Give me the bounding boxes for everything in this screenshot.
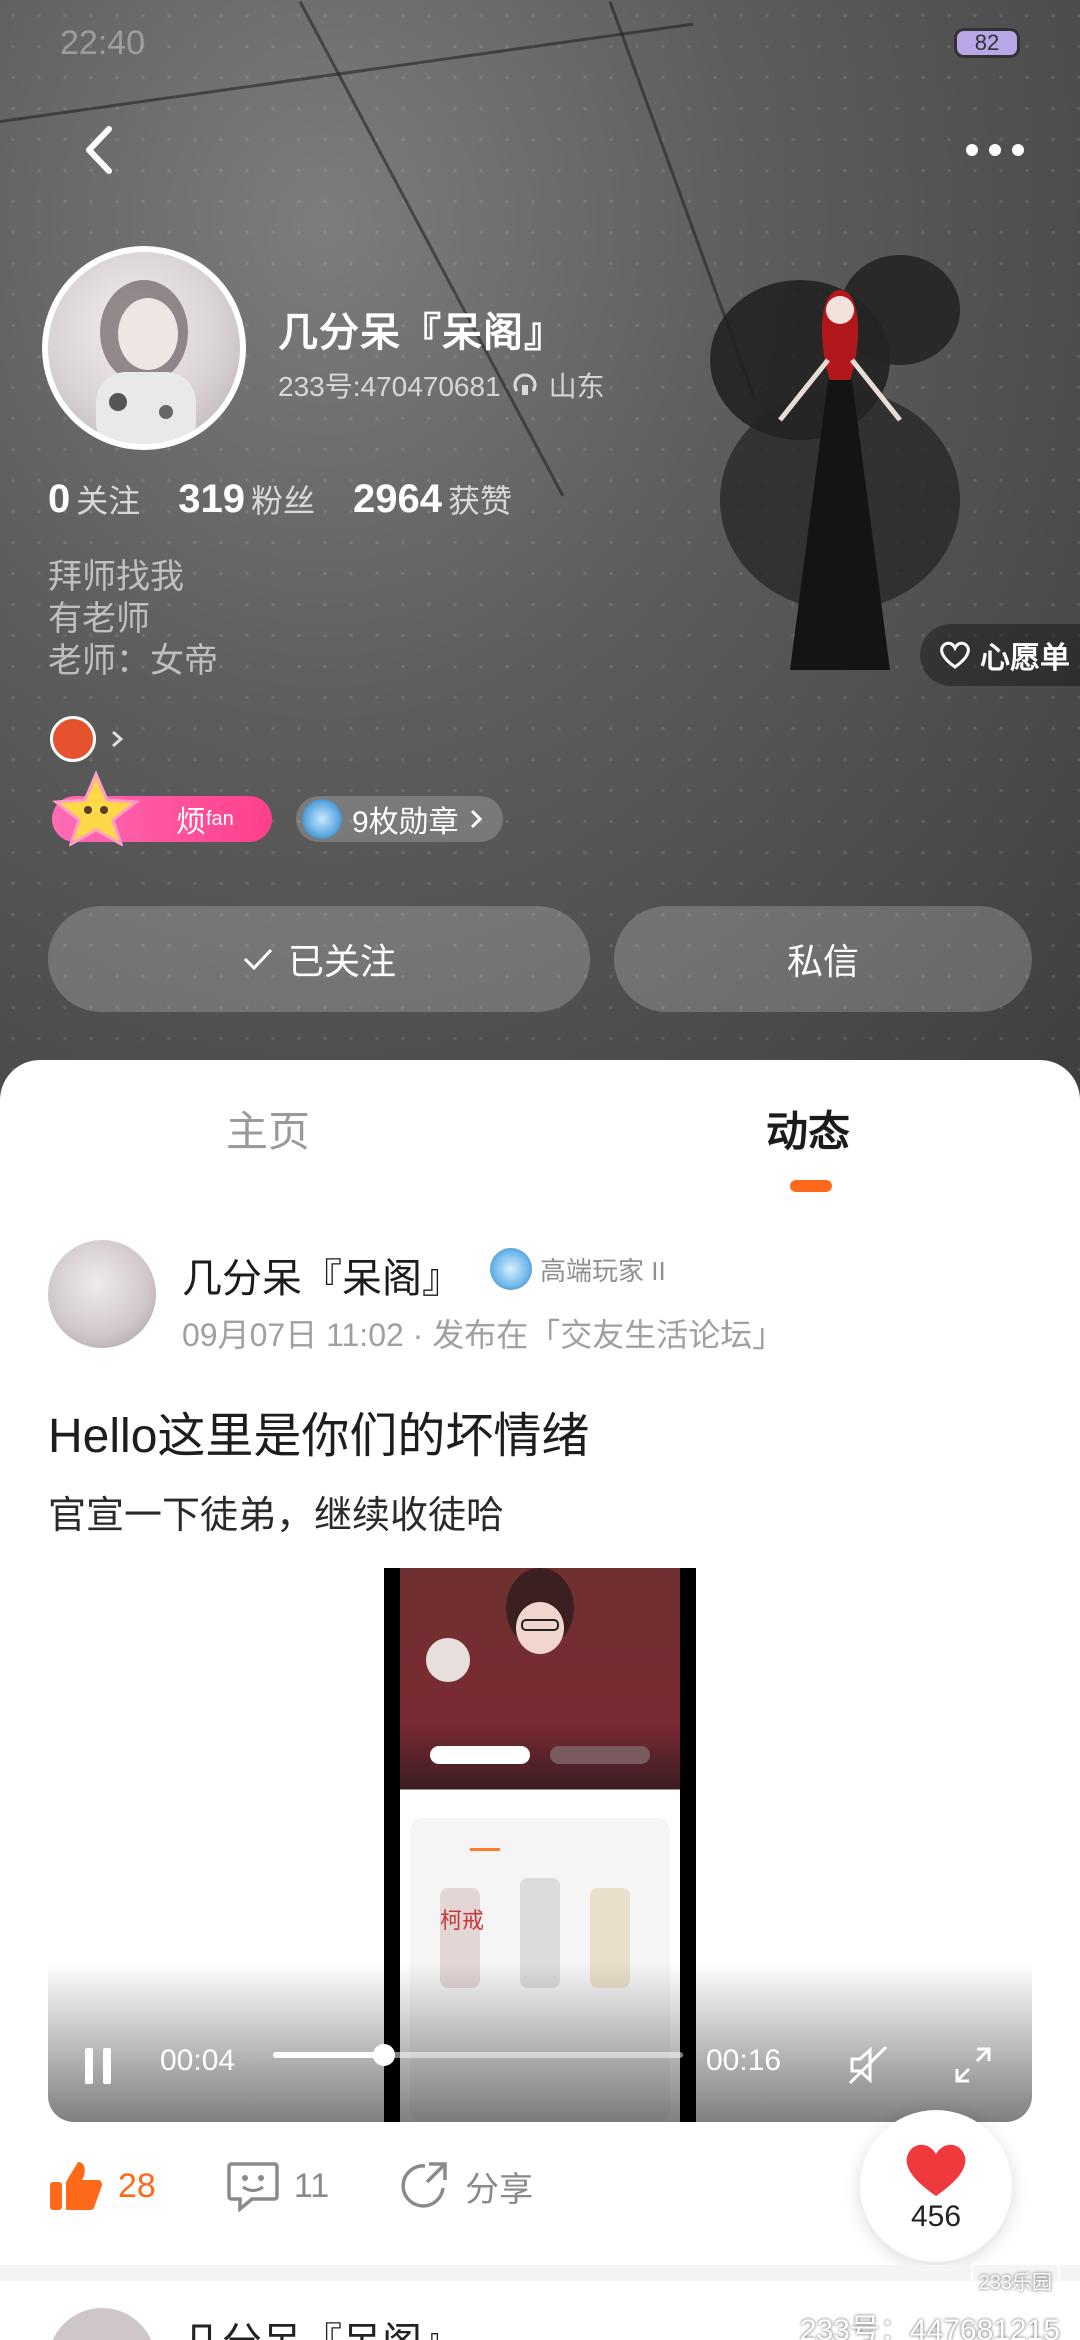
video-duration: 00:16 <box>706 2044 782 2077</box>
comment-button[interactable]: 11 <box>226 2160 329 2212</box>
profile-bio: 拜师找我 有老师 老师：女帝 <box>48 556 218 682</box>
level-icon <box>490 1248 532 1290</box>
expand-icon <box>955 2047 991 2083</box>
post-meta: 09月07日 11:02 · 发布在「交友生活论坛」 <box>182 1317 785 1353</box>
profile-uid: 233号:470470681 <box>278 371 501 402</box>
post-title[interactable]: Hello这里是你们的坏情绪 <box>48 1396 589 1466</box>
comment-icon <box>227 2162 279 2212</box>
like-count: 28 <box>118 2166 156 2205</box>
chevron-right-icon <box>470 809 482 829</box>
message-button[interactable]: 私信 <box>614 906 1032 1012</box>
star-mascot-icon <box>51 770 141 846</box>
profile-location: 山东 <box>548 371 605 402</box>
video-progress-knob[interactable] <box>372 2044 395 2066</box>
video-progress-bar[interactable] <box>273 2044 683 2066</box>
character-image <box>710 255 960 670</box>
profile-stats: 0 关注 319 粉丝 2964 获赞 <box>48 476 512 522</box>
fullscreen-button[interactable] <box>948 2040 998 2090</box>
game-app-icon <box>50 716 96 762</box>
video-player[interactable]: 柯戒 00:04 00:16 <box>48 1568 1032 2122</box>
watermark-logo: 233乐园 <box>970 2262 1060 2299</box>
post-avatar[interactable] <box>48 1240 156 1348</box>
back-button[interactable] <box>70 122 126 178</box>
medal-icon <box>302 799 342 839</box>
video-thumbnail <box>426 1568 650 1764</box>
chevron-right-icon <box>112 730 124 748</box>
bio-line: 有老师 <box>48 600 150 638</box>
status-bar: 22:40 82 <box>60 18 1020 68</box>
profile-avatar[interactable] <box>42 246 246 450</box>
tab-feed[interactable]: 动态 <box>766 1098 850 1159</box>
more-dots-icon <box>966 144 1024 156</box>
floating-heart-button[interactable]: 456 <box>860 2110 1012 2262</box>
thumbs-up-icon <box>50 2162 102 2210</box>
heart-count: 456 <box>910 2200 962 2233</box>
profile-name: 几分呆『呆阁』 <box>278 311 565 355</box>
pause-icon <box>85 2048 111 2084</box>
svg-text:柯戒: 柯戒 <box>440 1909 484 1934</box>
video-controls: 00:04 00:16 <box>48 2002 1032 2122</box>
fan-badge-label: 烦 <box>176 806 206 839</box>
video-current-time: 00:04 <box>160 2044 236 2077</box>
bio-line: 拜师找我 <box>48 558 184 596</box>
pause-button[interactable] <box>78 2044 118 2088</box>
watermark: 233乐园 233号：447681215 <box>800 2262 1060 2340</box>
mute-icon <box>848 2045 888 2085</box>
fan-badge-sup: fan <box>206 807 234 830</box>
next-post-author[interactable]: 几分呆『呆阁』 <box>182 2310 462 2340</box>
level-label: 高端玩家 II <box>540 1255 666 1286</box>
tab-home[interactable]: 主页 <box>226 1098 310 1159</box>
profile-header: 22:40 82 几分呆『呆阁』 233号:470470681 山东 0 关注 3… <box>0 0 1080 1110</box>
medals-label: 9枚勋章 <box>352 806 459 839</box>
stat-followers[interactable]: 319 粉丝 <box>178 476 315 522</box>
avatar-image <box>96 280 196 444</box>
stat-following[interactable]: 0 关注 <box>48 476 140 522</box>
post-actions: 28 11 分享 <box>48 2160 603 2212</box>
post-body[interactable]: 官宣一下徒弟，继续收徒哈 <box>48 1484 504 1539</box>
fan-badge[interactable]: 烦 fan <box>51 770 272 846</box>
status-time: 22:40 <box>60 23 146 62</box>
battery-icon: 82 <box>954 28 1020 58</box>
post-author[interactable]: 几分呆『呆阁』 <box>182 1246 462 1304</box>
level-badge: 高端玩家 II <box>490 1248 666 1290</box>
check-icon <box>243 948 273 971</box>
video-progress-fill <box>273 2052 384 2058</box>
share-label: 分享 <box>465 2170 534 2209</box>
like-button[interactable]: 28 <box>48 2160 156 2212</box>
comment-count: 11 <box>293 2166 330 2205</box>
avatar-character-figure[interactable] <box>690 250 1080 670</box>
follow-label: 已关注 <box>287 941 396 982</box>
wishlist-button[interactable]: 心愿单 <box>920 624 1080 686</box>
share-button[interactable]: 分享 <box>399 2160 533 2212</box>
watermark-text: 233号：447681215 <box>799 2314 1060 2340</box>
more-button[interactable] <box>960 128 1030 172</box>
chevron-left-icon <box>86 126 112 174</box>
share-icon <box>401 2162 447 2208</box>
follow-button[interactable]: 已关注 <box>48 906 590 1012</box>
tab-indicator <box>790 1180 832 1192</box>
message-label: 私信 <box>786 941 859 982</box>
copy-icon[interactable] <box>511 371 539 399</box>
profile-id-line: 233号:470470681 山东 <box>278 365 605 405</box>
heart-outline-icon <box>940 641 970 669</box>
mute-button[interactable] <box>843 2040 893 2090</box>
bio-line: 老师：女帝 <box>48 642 218 680</box>
wishlist-label: 心愿单 <box>980 642 1070 675</box>
badge-row: 烦 fan 9枚勋章 <box>51 770 503 846</box>
stat-likes[interactable]: 2964 获赞 <box>353 476 512 522</box>
medals-pill[interactable]: 9枚勋章 <box>296 796 503 842</box>
game-link[interactable] <box>50 716 124 762</box>
heart-icon <box>906 2144 966 2196</box>
